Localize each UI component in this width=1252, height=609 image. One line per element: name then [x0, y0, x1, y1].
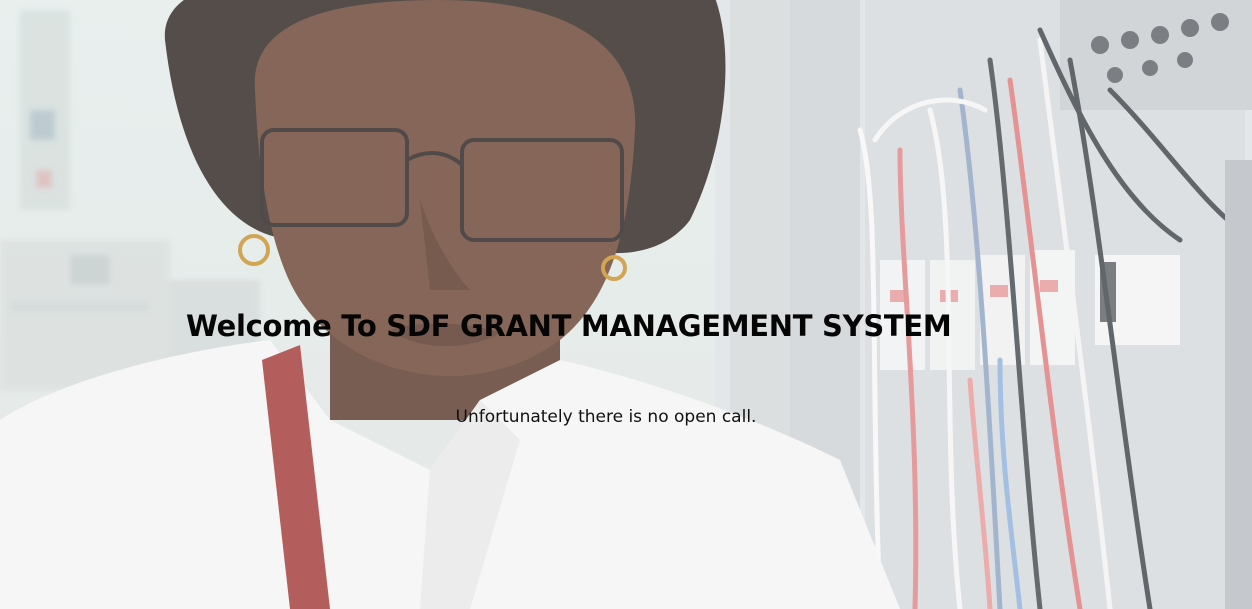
no-open-call-message: Unfortunately there is no open call.: [455, 407, 757, 427]
hero-overlay: [0, 0, 1252, 609]
welcome-heading: Welcome To SDF GRANT MANAGEMENT SYSTEM: [186, 309, 952, 343]
